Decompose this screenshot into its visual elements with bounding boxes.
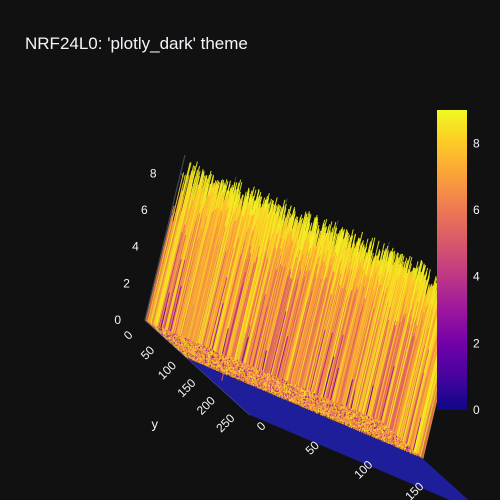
surface-plot[interactable]: 02468050100150200250050100150200yx 02468 <box>0 0 500 500</box>
